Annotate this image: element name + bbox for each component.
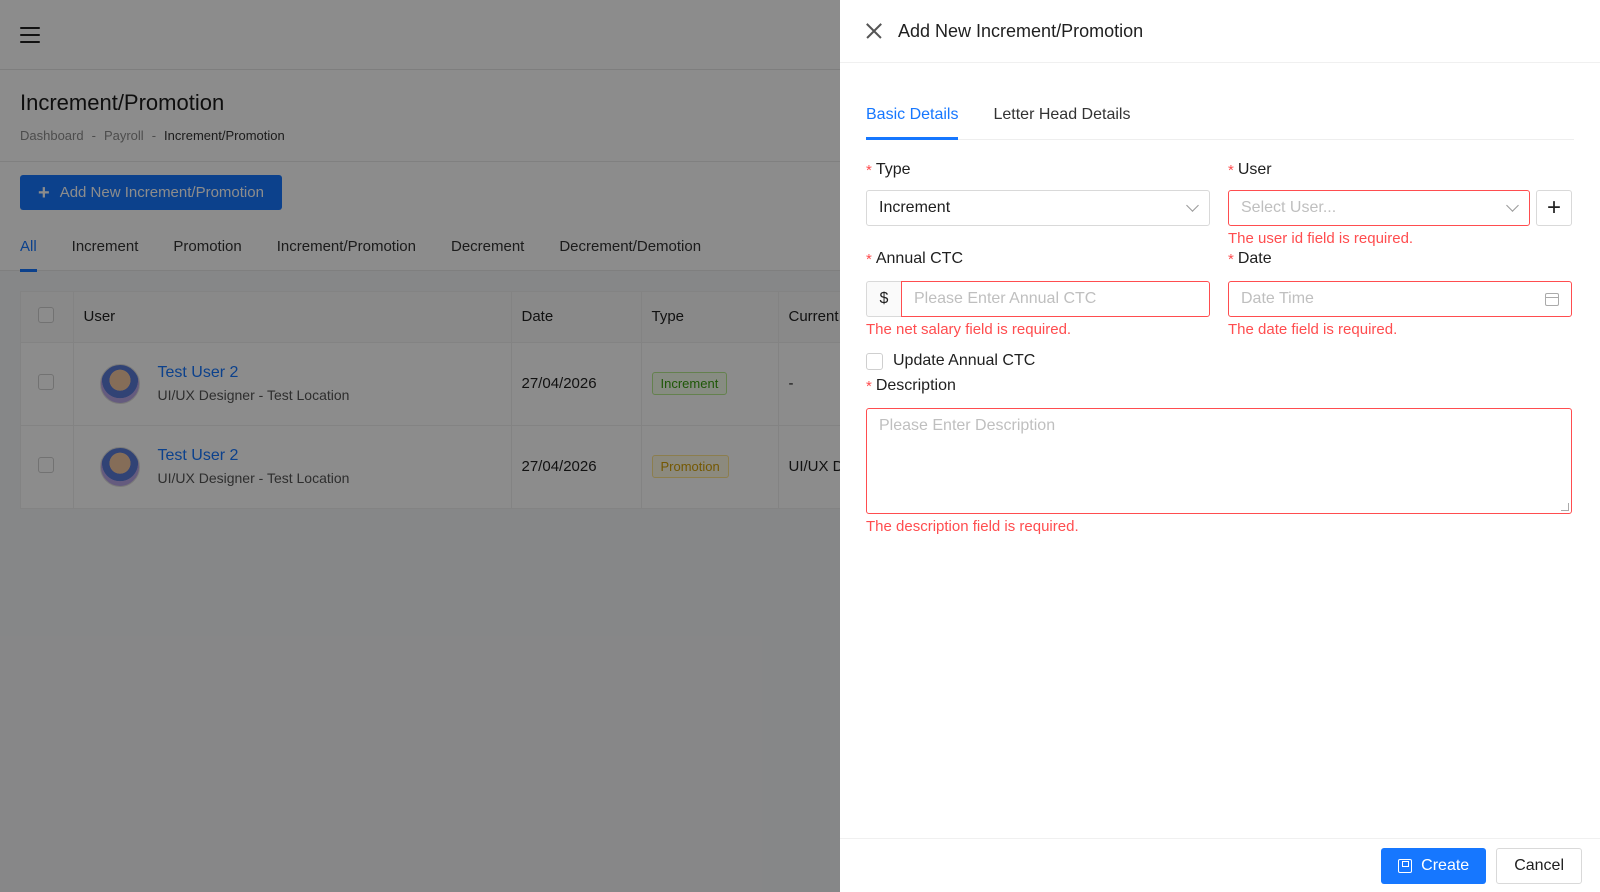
close-icon[interactable] — [866, 23, 882, 39]
description-field-group: * Description Please Enter Description Th… — [866, 375, 1574, 538]
user-label: * User — [1228, 159, 1572, 181]
tab-letter-head-details[interactable]: Letter Head Details — [993, 106, 1130, 139]
drawer-header: Add New Increment/Promotion — [840, 0, 1600, 63]
calendar-icon — [1545, 292, 1559, 306]
annual-ctc-placeholder: Please Enter Annual CTC — [914, 290, 1097, 307]
date-field-group: * Date Date Time The date field is requir… — [1228, 248, 1572, 341]
tab-basic-details[interactable]: Basic Details — [866, 106, 959, 140]
ctc-error: The net salary field is required. — [866, 321, 1072, 338]
description-error: The description field is required. — [866, 518, 1079, 535]
form-tabs: Basic Details Letter Head Details — [866, 63, 1574, 140]
type-select[interactable]: Increment — [866, 190, 1210, 226]
chevron-down-icon — [1506, 199, 1519, 212]
user-error: The user id field is required. — [1228, 230, 1414, 247]
drawer-body: Basic Details Letter Head Details * Type … — [840, 63, 1600, 838]
required-mark: * — [866, 250, 872, 268]
update-ctc-label[interactable]: Update Annual CTC — [893, 352, 1035, 370]
annual-ctc-input[interactable]: Please Enter Annual CTC — [901, 281, 1210, 317]
save-icon — [1398, 858, 1413, 873]
date-label-text: Date — [1237, 250, 1272, 267]
currency-addon: $ — [866, 281, 901, 317]
description-label-text: Description — [875, 377, 956, 394]
required-mark: * — [1228, 161, 1234, 179]
drawer-title: Add New Increment/Promotion — [898, 20, 1144, 41]
ctc-label-text: Annual CTC — [875, 250, 963, 267]
date-input[interactable]: Date Time — [1228, 281, 1572, 317]
date-error: The date field is required. — [1228, 321, 1398, 338]
required-mark: * — [866, 377, 872, 395]
required-mark: * — [866, 161, 872, 179]
type-label-text: Type — [875, 161, 911, 178]
add-user-button[interactable]: + — [1536, 190, 1572, 226]
create-label: Create — [1421, 856, 1470, 874]
drawer-footer: Create Cancel — [840, 838, 1600, 892]
ctc-field-group: * Annual CTC $ Please Enter Annual CTC Th… — [866, 248, 1210, 341]
date-placeholder: Date Time — [1241, 290, 1314, 307]
user-select-placeholder: Select User... — [1241, 199, 1337, 216]
user-select-row: Select User... + — [1228, 190, 1572, 226]
description-placeholder: Please Enter Description — [879, 417, 1056, 434]
user-label-text: User — [1237, 161, 1272, 178]
ctc-input-group: $ Please Enter Annual CTC — [866, 281, 1210, 317]
chevron-down-icon — [1186, 199, 1199, 212]
resize-handle-icon[interactable] — [1561, 503, 1569, 511]
type-select-value: Increment — [879, 199, 951, 216]
form-row-type-user: * Type Increment * User Select User... + T… — [866, 159, 1574, 250]
description-textarea[interactable]: Please Enter Description — [866, 408, 1572, 514]
required-mark: * — [1228, 250, 1234, 268]
date-label: * Date — [1228, 248, 1572, 270]
description-label: * Description — [866, 375, 1574, 397]
user-field-group: * User Select User... + The user id field… — [1228, 159, 1572, 250]
add-increment-drawer: Add New Increment/Promotion Basic Detail… — [840, 0, 1600, 892]
user-select[interactable]: Select User... — [1228, 190, 1530, 226]
type-label: * Type — [866, 159, 1210, 181]
form-row-ctc-date: * Annual CTC $ Please Enter Annual CTC Th… — [866, 248, 1574, 341]
type-field-group: * Type Increment — [866, 159, 1210, 250]
create-button[interactable]: Create — [1381, 847, 1487, 884]
update-ctc-checkbox[interactable] — [866, 352, 883, 370]
update-ctc-row: Update Annual CTC — [866, 349, 1574, 373]
cancel-button[interactable]: Cancel — [1496, 847, 1582, 884]
ctc-label: * Annual CTC — [866, 248, 1210, 270]
